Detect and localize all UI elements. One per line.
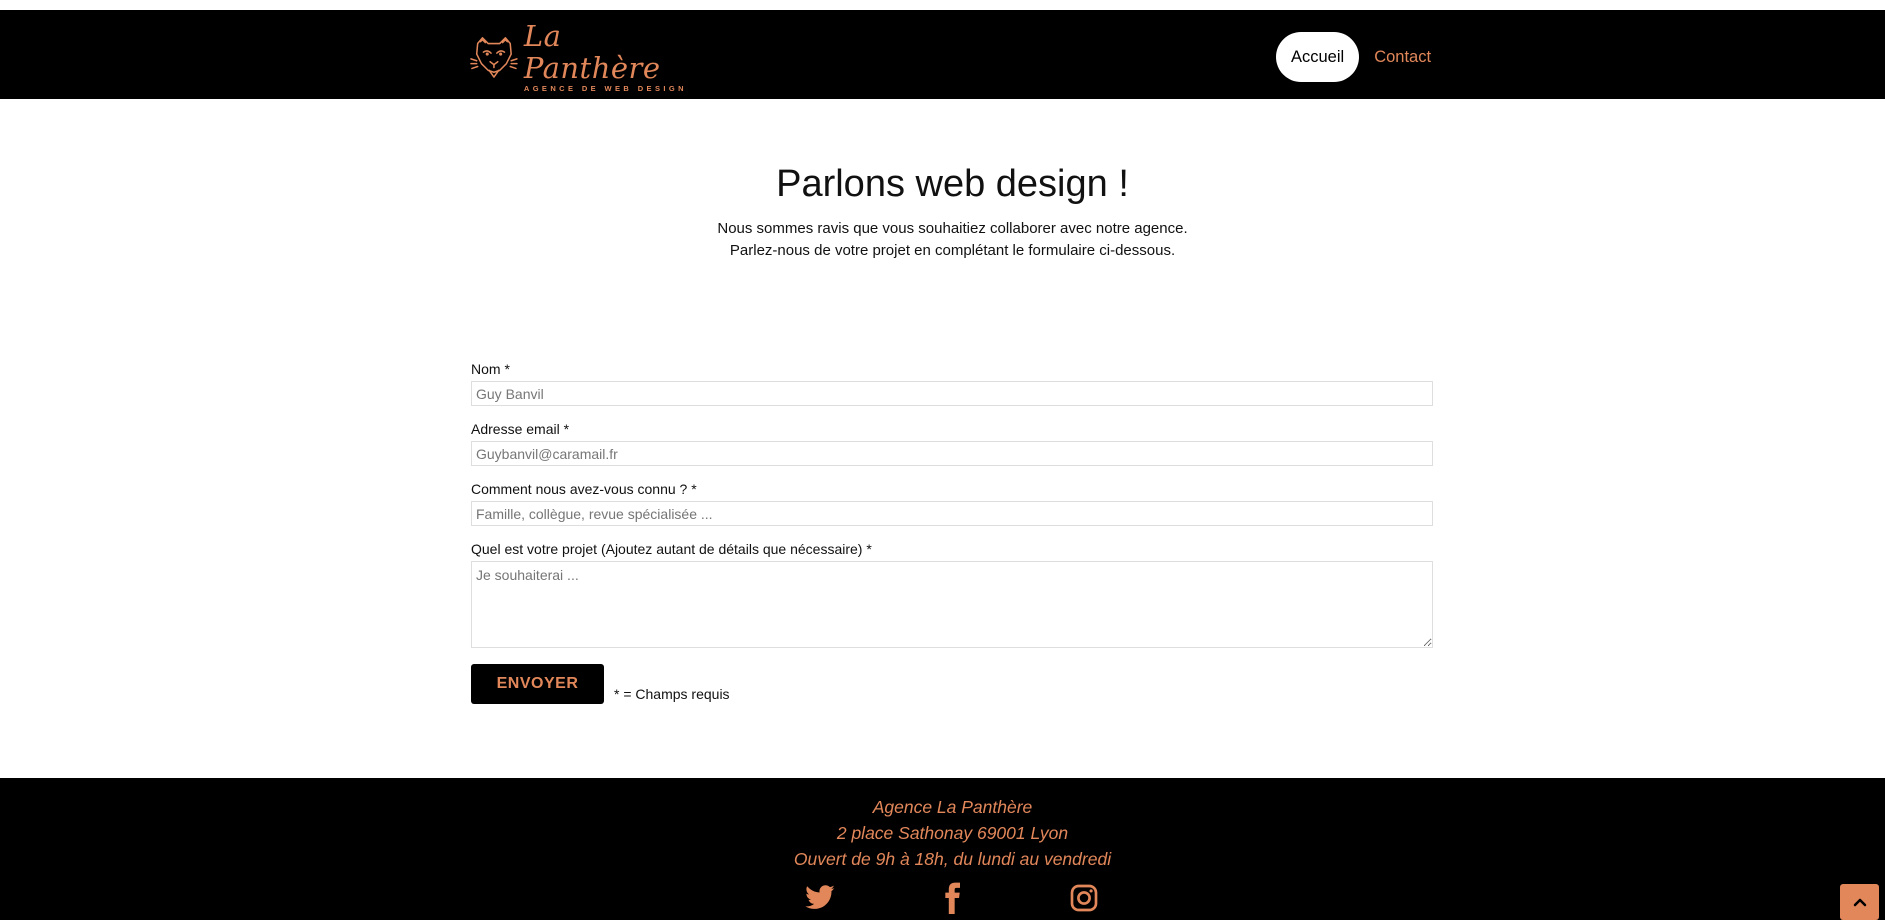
nav-item-accueil[interactable]: Accueil xyxy=(1276,32,1360,82)
submit-button[interactable]: ENVOYER xyxy=(471,664,604,704)
page-title: Parlons web design ! xyxy=(776,163,1129,205)
site-footer: Agence La Panthère 2 place Sathonay 6900… xyxy=(0,778,1885,920)
instagram-icon[interactable] xyxy=(1068,882,1100,914)
scroll-top-button[interactable] xyxy=(1840,884,1879,920)
top-strip xyxy=(0,0,1885,10)
project-label: Quel est votre projet (Ajoutez autant de… xyxy=(471,541,872,557)
intro-line: Nous sommes ravis que vous souhaitiez co… xyxy=(717,220,1188,237)
panther-icon xyxy=(470,37,518,78)
source-input[interactable] xyxy=(471,501,1433,526)
project-textarea[interactable] xyxy=(471,561,1433,648)
site-header: La Panthère AGENCE DE WEB DESIGN Accueil… xyxy=(0,10,1885,99)
facebook-icon[interactable] xyxy=(936,882,968,914)
brand-name: La Panthère xyxy=(523,18,661,85)
footer-agency-name: Agence La Panthère xyxy=(872,797,1033,817)
email-label: Adresse email * xyxy=(471,421,570,437)
brand-tagline: AGENCE DE WEB DESIGN xyxy=(523,83,687,93)
required-note: * = Champs requis xyxy=(614,686,730,702)
chevron-up-icon xyxy=(1853,898,1866,907)
email-input[interactable] xyxy=(471,441,1433,466)
intro-line: Parlez-nous de votre projet en complétan… xyxy=(729,242,1176,259)
brand-logo[interactable]: La Panthère AGENCE DE WEB DESIGN xyxy=(470,20,700,93)
intro-text: Nous sommes ravis que vous souhaitiez co… xyxy=(0,218,1885,262)
source-label: Comment nous avez-vous connu ? * xyxy=(471,481,697,497)
footer-address: 2 place Sathonay 69001 Lyon xyxy=(836,823,1069,843)
main-nav: Accueil Contact xyxy=(1276,32,1431,82)
contact-form: Nom * Adresse email * Comment nous avez-… xyxy=(471,360,1433,704)
nav-item-contact[interactable]: Contact xyxy=(1374,32,1431,82)
footer-hours: Ouvert de 9h à 18h, du lundi au vendredi xyxy=(793,849,1112,869)
twitter-icon[interactable] xyxy=(804,882,836,914)
name-input[interactable] xyxy=(471,381,1433,406)
name-label: Nom * xyxy=(471,361,510,377)
